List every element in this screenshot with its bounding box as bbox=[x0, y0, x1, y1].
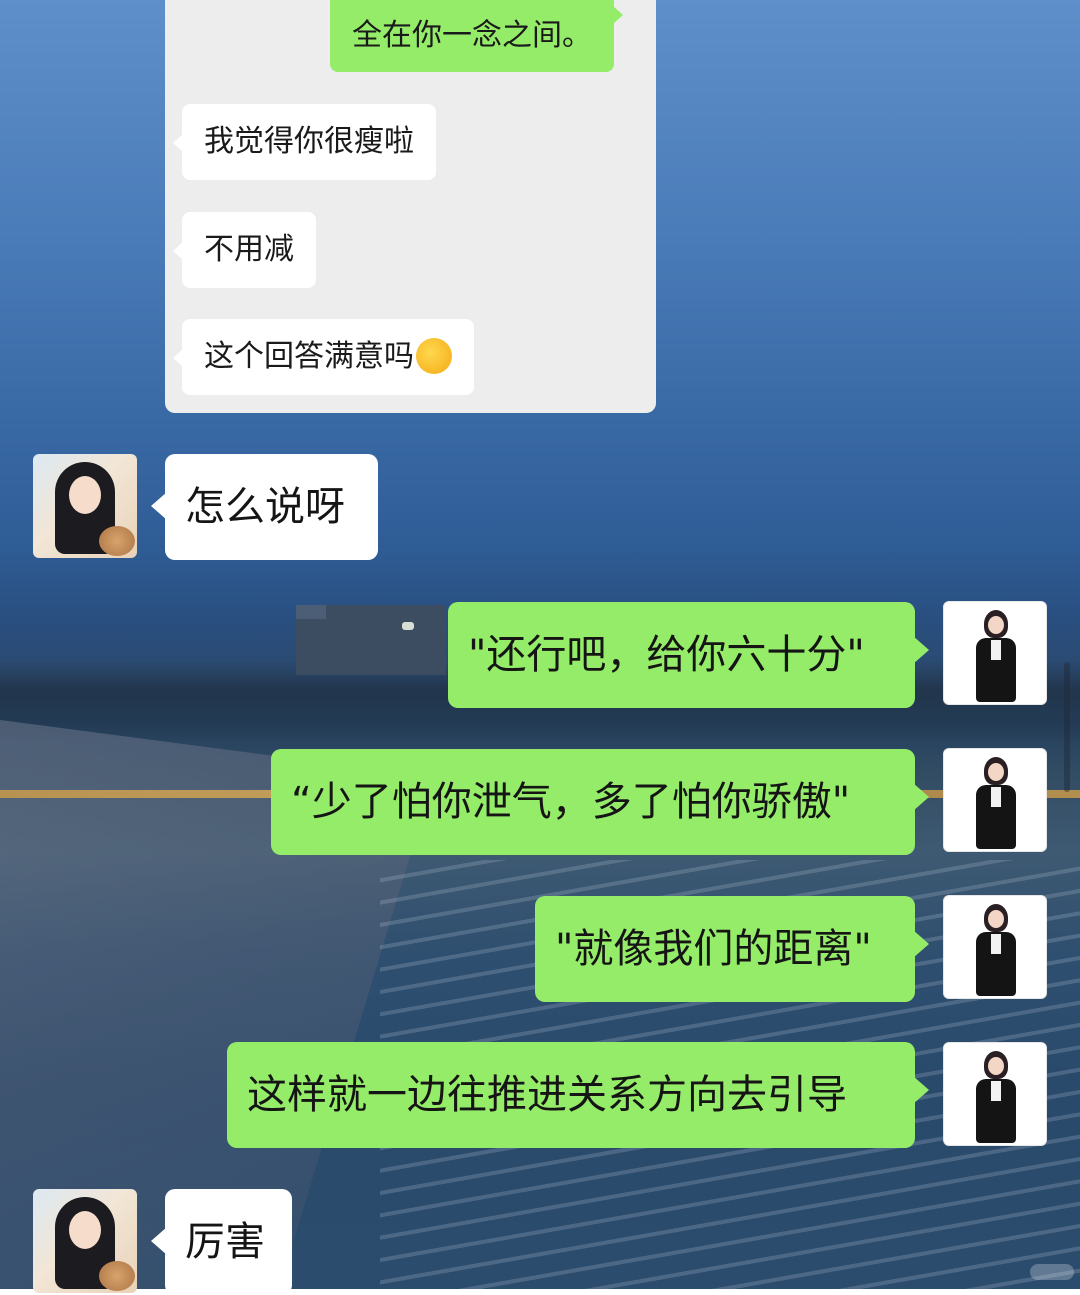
girl-avatar[interactable] bbox=[33, 454, 137, 558]
avatar-face bbox=[988, 910, 1004, 928]
message-bubble-sent[interactable]: 这样就一边往推进关系方向去引导 bbox=[227, 1042, 929, 1148]
quoted-chat-screenshot: 全在你一念之间。 我觉得你很瘦啦 不用减 这个回答满意吗 bbox=[165, 0, 656, 413]
background-light bbox=[402, 622, 414, 630]
message-bubble-sent[interactable]: "就像我们的距离" bbox=[535, 896, 929, 1002]
message-bubble-sent[interactable]: “少了怕你泄气，多了怕你骄傲" bbox=[271, 749, 929, 855]
quoted-message-received: 我觉得你很瘦啦 bbox=[173, 104, 436, 180]
message-bubble-sent[interactable]: "还行吧，给你六十分" bbox=[448, 602, 929, 708]
quoted-message-received: 这个回答满意吗 bbox=[173, 319, 474, 395]
message-text: 厉害 bbox=[185, 1219, 265, 1265]
quoted-message-sent: 全在你一念之间。 bbox=[330, 0, 623, 72]
quoted-message-text: 不用减 bbox=[204, 232, 294, 267]
avatar-face bbox=[69, 1211, 101, 1249]
avatar-face bbox=[988, 616, 1004, 634]
avatar-flower bbox=[99, 1261, 135, 1291]
thinking-face-emoji bbox=[416, 337, 452, 374]
message-bubble-received[interactable]: 怎么说呀 bbox=[151, 454, 378, 560]
message-text: "就像我们的距离" bbox=[555, 926, 872, 972]
quoted-message-text: 我觉得你很瘦啦 bbox=[204, 124, 414, 159]
watermark bbox=[1030, 1264, 1074, 1280]
avatar-face bbox=[988, 1057, 1004, 1075]
avatar-face bbox=[69, 476, 101, 514]
quoted-message-text: 这个回答满意吗 bbox=[204, 339, 414, 374]
message-text: 怎么说呀 bbox=[185, 484, 345, 530]
woman-avatar[interactable] bbox=[943, 895, 1047, 999]
message-text: 这样就一边往推进关系方向去引导 bbox=[247, 1072, 847, 1118]
scrollbar[interactable] bbox=[1064, 662, 1070, 792]
girl-avatar[interactable] bbox=[33, 1189, 137, 1293]
quoted-message-text: 全在你一念之间。 bbox=[352, 18, 592, 53]
quoted-message-received: 不用减 bbox=[173, 212, 316, 288]
background-building-top bbox=[296, 605, 326, 619]
avatar-face bbox=[988, 763, 1004, 781]
avatar-shirt bbox=[991, 787, 1001, 807]
avatar-shirt bbox=[991, 934, 1001, 954]
avatar-shirt bbox=[991, 1081, 1001, 1101]
avatar-shirt bbox=[991, 640, 1001, 660]
woman-avatar[interactable] bbox=[943, 748, 1047, 852]
woman-avatar[interactable] bbox=[943, 1042, 1047, 1146]
avatar-flower bbox=[99, 526, 135, 556]
message-text: “少了怕你泄气，多了怕你骄傲" bbox=[291, 779, 851, 825]
message-text: "还行吧，给你六十分" bbox=[468, 632, 865, 678]
message-bubble-received[interactable]: 厉害 bbox=[151, 1189, 292, 1295]
woman-avatar[interactable] bbox=[943, 601, 1047, 705]
